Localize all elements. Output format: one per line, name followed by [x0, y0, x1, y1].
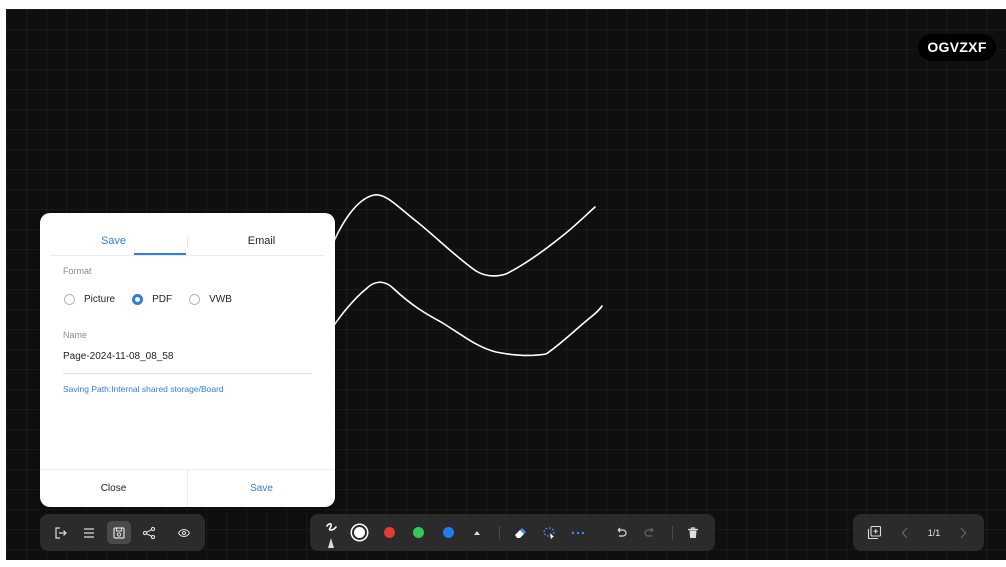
radio-circle — [64, 293, 75, 305]
red-color[interactable] — [380, 514, 398, 551]
white-color[interactable] — [350, 514, 368, 551]
prev-page-icon[interactable] — [897, 514, 913, 551]
dialog-tabs: Save Email — [40, 213, 335, 257]
dialog-footer: Close Save — [40, 469, 335, 507]
next-page-icon[interactable] — [955, 514, 971, 551]
green-color[interactable] — [409, 514, 427, 551]
format-option-picture[interactable]: Picture — [64, 293, 116, 305]
format-option-vwb[interactable]: VWB — [189, 293, 232, 305]
format-label: Format — [63, 266, 92, 276]
expand-up-icon[interactable] — [469, 514, 485, 551]
stroke-upper — [330, 194, 596, 277]
radio-circle — [132, 293, 144, 305]
exit-icon[interactable] — [51, 514, 71, 551]
eraser-icon[interactable] — [510, 514, 530, 551]
close-button[interactable]: Close — [40, 470, 187, 507]
trash-icon[interactable] — [683, 514, 703, 551]
save-icon[interactable] — [107, 521, 131, 544]
saving-path-link[interactable]: Saving Path:Internal shared storage/Boar… — [63, 384, 224, 394]
file-name-input[interactable]: Page-2024-11-08_08_58 — [63, 351, 312, 374]
left-toolbar — [40, 514, 205, 551]
board-code-badge[interactable]: OGVZXF — [918, 34, 996, 61]
page-indicator: 1/1 — [921, 514, 947, 551]
name-label: Name — [63, 330, 88, 340]
menu-icon[interactable] — [79, 514, 99, 551]
redo-icon[interactable] — [640, 514, 660, 551]
lasso-select-icon[interactable] — [539, 514, 559, 551]
tab-email[interactable]: Email — [188, 235, 335, 247]
add-page-icon[interactable] — [863, 514, 885, 551]
toolbar-separator — [672, 526, 673, 540]
stroke-lower — [330, 281, 603, 357]
page-number: 1/1 — [927, 527, 941, 538]
center-toolbar — [310, 514, 715, 551]
tab-save[interactable]: Save — [40, 235, 187, 247]
blue-color[interactable] — [439, 514, 457, 551]
radio-circle — [189, 293, 201, 305]
format-option-pdf[interactable]: PDF — [132, 293, 173, 305]
pen-icon[interactable] — [320, 514, 342, 551]
tabs-divider — [50, 255, 325, 256]
save-button[interactable]: Save — [188, 470, 335, 507]
format-option-label: PDF — [152, 293, 173, 305]
format-option-label: VWB — [209, 293, 232, 305]
page-toolbar: 1/1 — [853, 514, 984, 551]
toolbar-separator — [499, 526, 500, 540]
share-icon[interactable] — [139, 514, 159, 551]
save-dialog: Save Email Format Picture PDF VWB Name P… — [40, 213, 335, 507]
format-option-label: Picture — [84, 293, 116, 305]
undo-icon[interactable] — [611, 514, 631, 551]
eye-icon[interactable] — [174, 514, 194, 551]
format-options: Picture PDF VWB — [64, 291, 249, 307]
more-icon[interactable] — [568, 514, 588, 551]
